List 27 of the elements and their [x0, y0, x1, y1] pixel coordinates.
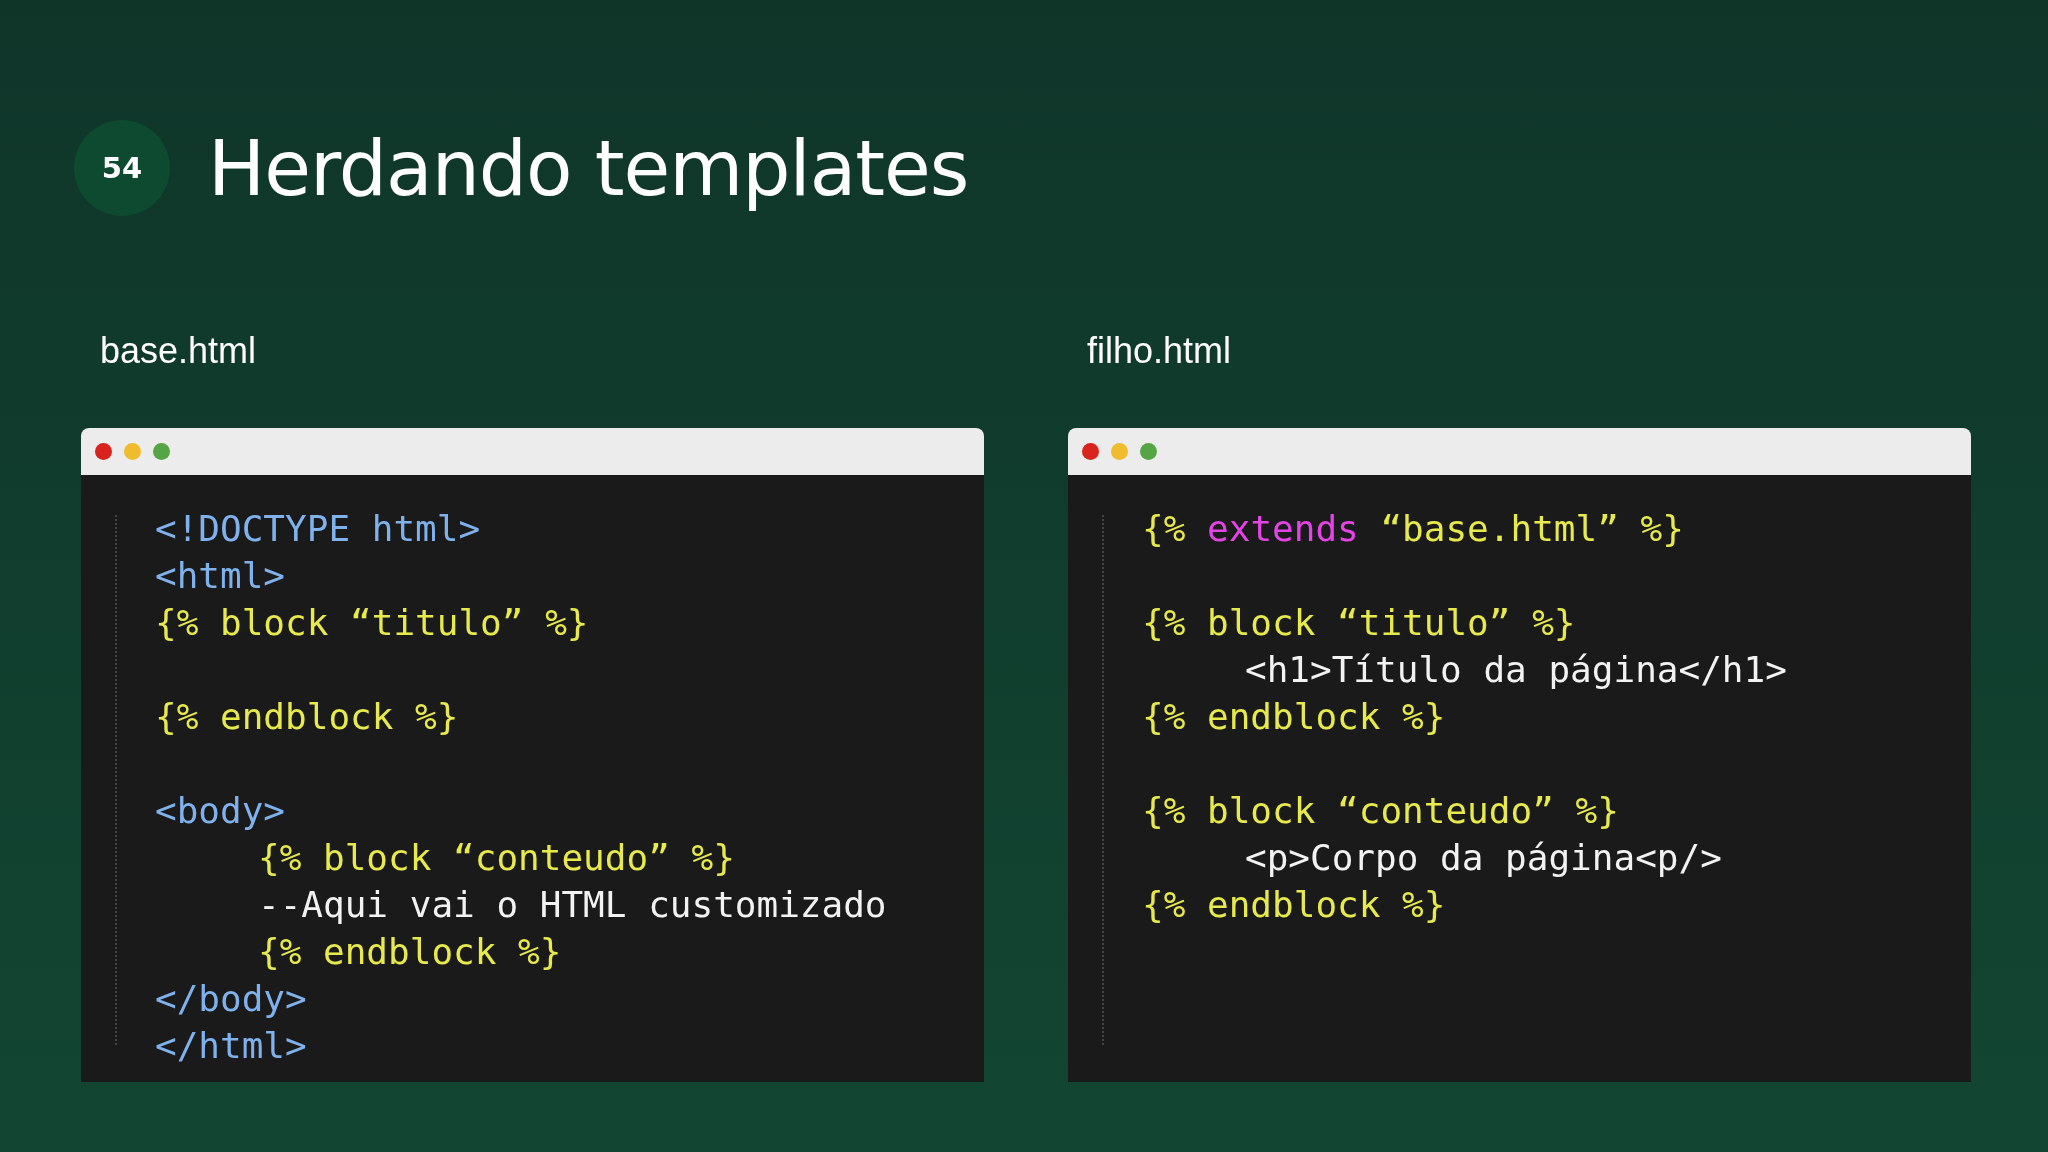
code-line: {% endblock %}	[257, 930, 563, 974]
slide-number: 54	[74, 120, 170, 216]
minimize-dot-icon	[124, 443, 141, 460]
code-line: {% block “conteudo” %}	[257, 836, 736, 880]
code-line: <html>	[155, 554, 287, 598]
maximize-dot-icon	[1140, 443, 1157, 460]
code-line: <body>	[155, 789, 287, 833]
maximize-dot-icon	[153, 443, 170, 460]
close-dot-icon	[1082, 443, 1099, 460]
close-dot-icon	[95, 443, 112, 460]
file-name: filho.html	[1086, 330, 1233, 372]
code-line: {% endblock %}	[155, 695, 460, 739]
code-line: --Aqui vai o HTML customizado	[257, 883, 888, 927]
code-line: {% endblock %}	[1142, 695, 1447, 739]
file-name: base.html	[99, 330, 258, 372]
code-line: </body>	[155, 977, 308, 1021]
minimize-dot-icon	[1111, 443, 1128, 460]
code-line: <p>Corpo da página<p/>	[1244, 836, 1723, 880]
code-line: {% block “titulo” %}	[155, 601, 590, 645]
code-line: {% block “titulo” %}	[1142, 601, 1577, 645]
code-line: <h1>Título da página</h1>	[1244, 648, 1788, 692]
code-line: </html>	[155, 1024, 308, 1068]
code-line: <!DOCTYPE html>	[155, 507, 482, 551]
code-line: {% extends “base.html” %}	[1142, 507, 1685, 551]
code-line: {% block “conteudo” %}	[1142, 789, 1620, 833]
code-line: {% endblock %}	[1142, 883, 1447, 927]
slide-title: Herdando templates	[208, 123, 969, 213]
